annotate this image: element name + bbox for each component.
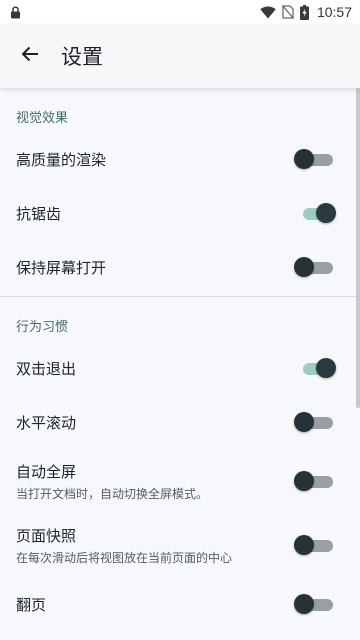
setting-description: 当打开文档时，自动切换全屏模式。 — [16, 486, 209, 501]
antialiasing-toggle[interactable] — [300, 203, 336, 223]
setting-row-antialiasing[interactable]: 抗锯齿 — [0, 186, 360, 240]
arrow-back-icon — [20, 44, 40, 68]
app-bar: 设置 — [0, 24, 360, 88]
setting-row-horizontal-scroll[interactable]: 水平滚动 — [0, 395, 360, 449]
lock-icon — [10, 5, 21, 19]
auto-fullscreen-toggle[interactable] — [294, 471, 334, 491]
setting-row-keep-screen-on[interactable]: 保持屏幕打开 — [0, 240, 360, 294]
setting-label: 页面快照 — [16, 526, 77, 545]
page-title: 设置 — [61, 45, 103, 69]
back-button[interactable] — [16, 42, 44, 70]
setting-row-page-snapshot[interactable]: 页面快照 在每次滑动后将视图放在当前页面的中心 — [0, 513, 360, 577]
setting-label: 高质量的渲染 — [16, 150, 107, 169]
horizontal-scroll-toggle[interactable] — [294, 412, 334, 432]
setting-label: 双击退出 — [16, 359, 77, 378]
status-right: 10:57 — [260, 4, 352, 20]
page-snapshot-toggle[interactable] — [294, 535, 334, 555]
setting-label: 自动全屏 — [16, 462, 77, 481]
wifi-icon — [260, 6, 276, 19]
keep-screen-on-toggle[interactable] — [294, 257, 334, 277]
status-bar: 10:57 — [0, 0, 360, 24]
setting-row-page-turn[interactable]: 翻页 — [0, 577, 360, 631]
setting-label: 抗锯齿 — [16, 204, 62, 223]
setting-row-auto-fullscreen[interactable]: 自动全屏 当打开文档时，自动切换全屏模式。 — [0, 449, 360, 513]
section-header-visual-effects: 视觉效果 — [16, 111, 69, 126]
setting-description: 在每次滑动后将视图放在当前页面的中心 — [16, 550, 233, 565]
no-sim-icon — [281, 5, 294, 19]
setting-row-double-tap-exit[interactable]: 双击退出 — [0, 341, 360, 395]
settings-list[interactable]: 视觉效果 高质量的渲染 抗锯齿 保持屏幕打开 行为习惯 双击退出 水平滚动 自动… — [0, 88, 360, 640]
section-header-behavior: 行为习惯 — [16, 320, 69, 335]
scrollbar[interactable] — [356, 88, 360, 408]
high-quality-rendering-toggle[interactable] — [294, 149, 334, 169]
double-tap-exit-toggle[interactable] — [300, 358, 336, 378]
battery-charging-icon — [299, 4, 309, 20]
setting-label: 翻页 — [16, 595, 47, 614]
setting-label: 保持屏幕打开 — [16, 258, 107, 277]
setting-label: 水平滚动 — [16, 413, 77, 432]
status-time: 10:57 — [316, 4, 352, 20]
status-left — [10, 5, 260, 19]
page-turn-toggle[interactable] — [294, 594, 334, 614]
setting-row-high-quality-rendering[interactable]: 高质量的渲染 — [0, 132, 360, 186]
